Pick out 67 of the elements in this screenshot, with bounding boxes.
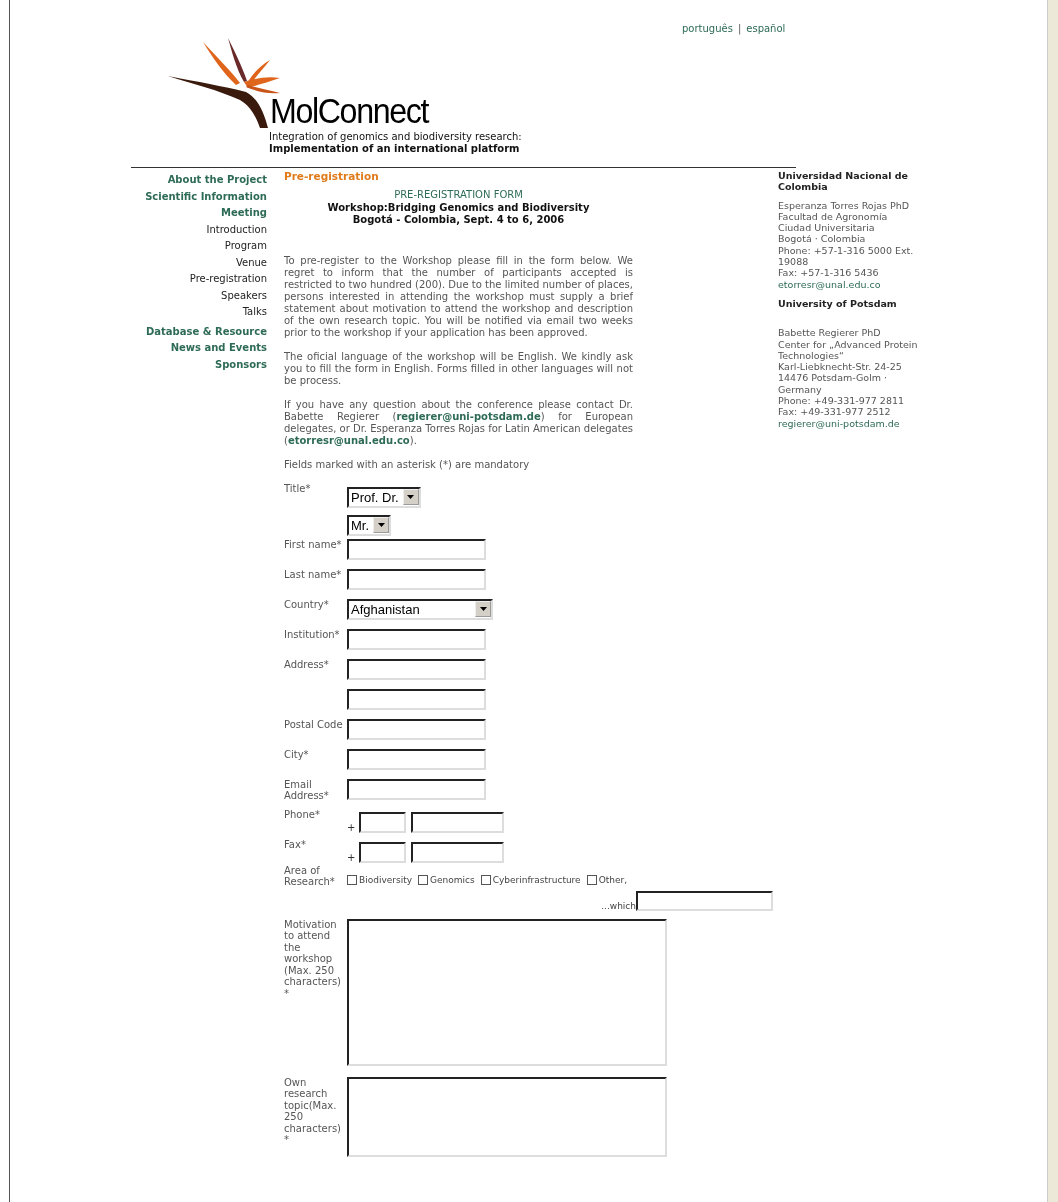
field-label: Address*	[284, 658, 329, 670]
field-label: Area of Research*	[284, 864, 335, 887]
nav-link[interactable]: Introduction	[206, 221, 267, 238]
contact-line: Karl-Liebknecht-Str. 24-25	[778, 361, 903, 373]
email-link[interactable]: regierer@uni-potsdam.de	[396, 410, 541, 422]
contact-line: Fax: +57-1-316 5436	[778, 267, 880, 279]
nav-link[interactable]: Meeting	[221, 205, 267, 222]
info-paragraph: Fields marked with an asterisk (*) are mandatory	[284, 458, 531, 471]
checkbox-label: Other,	[598, 874, 628, 885]
nav-link[interactable]: Program	[224, 238, 267, 255]
site-logo: MolConnect	[270, 94, 428, 128]
info-paragraph: The oficial language of the workshop will be English. We kindly ask you to fill the form in English. Forms filled in other languages will not be process.	[284, 350, 633, 387]
form-heading: PRE-REGISTRATION FORM	[393, 189, 524, 202]
language-link[interactable]: español	[746, 23, 786, 34]
contact-line: Bogotá · Colombia	[778, 233, 867, 245]
field-label: Motivation to attend the workshop (Max. 250 characters) *	[284, 918, 341, 999]
subtitle-text: Implementation of an international platform	[269, 143, 521, 155]
nav-link[interactable]: Sponsors	[214, 356, 267, 373]
page-heading: Pre-registration	[284, 170, 380, 182]
field-label: Title*	[284, 482, 311, 494]
field-label: Institution*	[284, 628, 340, 640]
contact-line: Center for „Advanced Protein Technologies“	[778, 338, 919, 362]
email-link[interactable]: regierer@uni-potsdam.de	[778, 417, 928, 429]
field-label: First name*	[284, 538, 342, 550]
tagline-text: Integration of genomics and biodiversity research:	[269, 131, 522, 142]
field-label: Own research topic(Max. 250 characters) *	[284, 1076, 341, 1145]
contact-line: 14476 Potsdam-Golm · Germany	[778, 372, 889, 396]
institution-name: Universidad Nacional de Colombia	[778, 170, 910, 193]
field-label: Postal Code	[284, 718, 343, 730]
nav-link[interactable]: Venue	[235, 254, 267, 271]
field-label: Last name*	[284, 568, 342, 580]
institution-name: University of Potsdam	[778, 297, 898, 310]
nav-link[interactable]: Pre-registration	[189, 271, 267, 288]
field-label: Fax*	[284, 838, 306, 850]
dropdown[interactable]: Prof. Dr.	[347, 486, 421, 508]
info-paragraph: If you have any question about the conference please contact Dr. Babette Regierer (regierer@uni-potsdam.de) for European delegates, or Dr. Esperanza Torres Rojas for Latin American delegates (etorresr@unal.edu.co).	[284, 398, 633, 447]
dropdown[interactable]: Mr.	[347, 514, 392, 536]
contact-line: Esperanza Torres Rojas PhD	[778, 199, 911, 211]
checkbox-label: Cyberinfrastructure	[492, 874, 581, 885]
contact-line: Ciudad Universitaria	[778, 222, 876, 234]
checkbox-label: Biodiversity	[359, 874, 412, 885]
nav-link[interactable]: Database & Resource	[146, 323, 267, 340]
dropdown[interactable]: Afghanistan	[347, 598, 493, 620]
field-label: City*	[284, 748, 309, 760]
separator-text: |	[737, 23, 742, 34]
info-paragraph: To pre-register to the Workshop please fill in the form below. We regret to inform that the number of participants accepted is restricted to two hundred (200). Due to the limited number of places, persons interested in attending the workshop must supply a brief statement about motivation to attend the workshop and description of the own research topic. You will be notified via email two weeks prior to the workshop if your application has been approved.	[284, 254, 633, 339]
workshop-date: Bogotá - Colombia, Sept. 4 to 6, 2006	[351, 214, 566, 227]
field-label: Phone*	[284, 808, 320, 820]
field-label: ...which	[601, 900, 636, 911]
contact-line: Babette Regierer PhD	[778, 327, 882, 339]
plus-sign: +	[347, 821, 356, 833]
contact-line: Facultad de Agronomía	[778, 210, 889, 223]
nav-link[interactable]: Scientific Information	[145, 188, 267, 205]
plus-sign: +	[347, 851, 356, 863]
checkbox-label: Genomics	[430, 874, 475, 885]
contact-line: Fax: +49-331-977 2512	[778, 406, 892, 418]
nav-link[interactable]: Talks	[242, 304, 267, 321]
language-link[interactable]: português	[682, 23, 733, 34]
nav-link[interactable]: About the Project	[167, 172, 267, 189]
nav-link[interactable]: News and Events	[170, 340, 267, 357]
email-link[interactable]: etorresr@unal.edu.co	[778, 278, 928, 290]
field-label: Email Address*	[284, 778, 329, 801]
contact-line: Phone: +57-1-316 5000 Ext. 19088	[778, 244, 915, 268]
field-label: Country*	[284, 598, 329, 610]
workshop-title: Workshop:Bridging Genomics and Biodiversity	[326, 201, 591, 214]
nav-link[interactable]: Speakers	[221, 287, 267, 304]
contact-line: Phone: +49-331-977 2811	[778, 395, 905, 407]
